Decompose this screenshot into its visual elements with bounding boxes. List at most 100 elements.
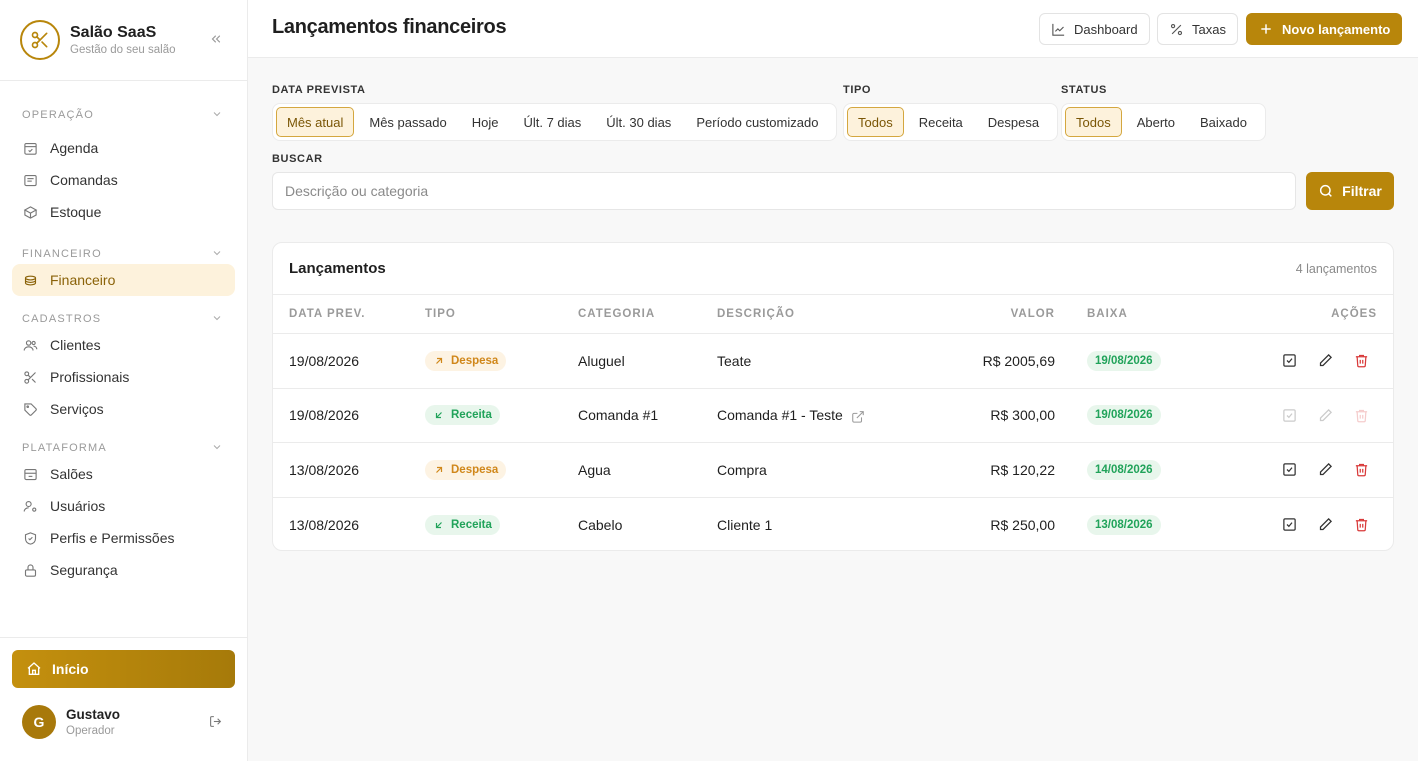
sidebar-item-profissionais[interactable]: Profissionais [12,361,235,393]
row-category: Cabelo [578,516,623,533]
settle-checkbox-icon[interactable] [1281,462,1297,478]
section-title-cadastros[interactable]: CADASTROS [0,311,247,327]
table-row: 19/08/2026 Receita Comanda #1 Comanda #1… [273,389,1393,443]
settled-badge: 14/08/2026 [1087,459,1161,480]
period-option-7-dias[interactable]: Últ. 7 dias [513,107,591,137]
arrow-down-left-icon [433,519,445,531]
type-option-todos[interactable]: Todos [847,107,904,137]
external-link-icon[interactable] [851,409,865,423]
row-description: Teate [717,352,752,369]
coins-icon [22,272,38,288]
period-option-mes-atual[interactable]: Mês atual [276,107,355,137]
home-label: Início [52,661,89,677]
period-option-customizado[interactable]: Período customizado [686,107,828,137]
taxas-button[interactable]: Taxas [1157,13,1238,45]
brand: Salão SaaS Gestão do seu salão [0,0,247,81]
scissors-icon [22,369,38,385]
row-date: 19/08/2026 [289,352,360,369]
sidebar-item-label: Estoque [50,204,102,220]
row-category: Comanda #1 [578,407,659,424]
arrow-up-right-icon [433,464,445,476]
logout-icon[interactable] [209,715,222,733]
sidebar-item-estoque[interactable]: Estoque [12,196,235,228]
collapse-sidebar-icon[interactable] [209,32,223,51]
row-type: Receita [425,514,500,535]
period-filter: Mês atual Mês passado Hoje Últ. 7 dias Ú… [272,103,838,141]
dashboard-button[interactable]: Dashboard [1039,13,1150,45]
sidebar: Salão SaaS Gestão do seu salão OPERAÇÃO … [0,0,248,761]
filter-button[interactable]: Filtrar [1306,172,1394,210]
trash-icon[interactable] [1353,517,1369,533]
chevron-down-icon [211,441,223,456]
sidebar-nav: OPERAÇÃO Agenda Comandas Estoque FINANCE… [0,81,247,586]
row-date: 13/08/2026 [289,516,360,533]
trash-icon [1353,407,1369,423]
row-value: R$ 120,22 [990,461,1055,478]
sidebar-item-agenda[interactable]: Agenda [12,132,235,164]
type-badge: Despesa [425,459,507,480]
status-option-aberto[interactable]: Aberto [1127,107,1185,137]
arrow-down-left-icon [433,409,445,421]
receipt-icon [22,172,38,188]
nav-section-operacao: OPERAÇÃO Agenda Comandas Estoque [0,107,247,228]
period-option-mes-passado[interactable]: Mês passado [359,107,456,137]
taxas-label: Taxas [1192,21,1226,37]
chevron-down-icon [211,312,223,327]
search-input[interactable] [272,172,1296,210]
settle-checkbox-icon[interactable] [1281,517,1297,533]
row-description: Comanda #1 - Teste [717,407,865,423]
avatar: G [22,705,56,739]
row-description-text: Comanda #1 - Teste [717,407,843,424]
sidebar-item-label: Profissionais [50,369,130,385]
section-title-label: FINANCEIRO [22,248,102,260]
sidebar-item-financeiro[interactable]: Financeiro [12,264,235,296]
edit-icon[interactable] [1317,517,1333,533]
plus-icon [1258,21,1274,37]
sidebar-item-clientes[interactable]: Clientes [12,329,235,361]
sidebar-item-label: Agenda [50,140,99,156]
period-option-hoje[interactable]: Hoje [462,107,509,137]
sidebar-divider [0,637,248,638]
row-value: R$ 250,00 [990,516,1055,533]
sidebar-item-saloes[interactable]: Salões [12,458,235,490]
trash-icon[interactable] [1353,353,1369,369]
section-title-label: OPERAÇÃO [22,109,94,121]
type-option-receita[interactable]: Receita [909,107,973,137]
section-title-operacao[interactable]: OPERAÇÃO [0,107,247,123]
lock-icon [22,562,38,578]
type-badge-label: Despesa [451,463,499,476]
row-settled: 14/08/2026 [1087,459,1161,480]
sidebar-item-label: Usuários [50,498,106,514]
sidebar-item-usuarios[interactable]: Usuários [12,490,235,522]
chevron-down-icon [211,108,223,123]
status-option-baixado[interactable]: Baixado [1190,107,1257,137]
sidebar-item-servicos[interactable]: Serviços [12,393,235,425]
section-title-plataforma[interactable]: PLATAFORMA [0,440,247,456]
arrow-up-right-icon [433,355,445,367]
sidebar-item-perfis[interactable]: Perfis e Permissões [12,522,235,554]
card-title: Lançamentos [289,260,386,277]
type-option-despesa[interactable]: Despesa [978,107,1049,137]
edit-icon[interactable] [1317,462,1333,478]
status-option-todos[interactable]: Todos [1065,107,1122,137]
sidebar-item-label: Comandas [50,172,118,188]
type-badge: Receita [425,514,500,535]
edit-icon[interactable] [1317,353,1333,369]
box-icon [22,204,38,220]
home-button[interactable]: Início [12,650,235,688]
nav-section-financeiro: FINANCEIRO Financeiro [0,246,247,296]
sidebar-item-comandas[interactable]: Comandas [12,164,235,196]
edit-icon [1317,407,1333,423]
chevron-down-icon [211,247,223,262]
sidebar-item-seguranca[interactable]: Segurança [12,554,235,586]
shield-check-icon [22,530,38,546]
table-row: 19/08/2026 Despesa Aluguel Teate R$ 2005… [273,334,1393,389]
user-profile: G Gustavo Operador [22,705,222,739]
period-option-30-dias[interactable]: Últ. 30 dias [596,107,681,137]
new-entry-label: Novo lançamento [1282,21,1391,37]
section-title-financeiro[interactable]: FINANCEIRO [0,246,247,262]
new-entry-button[interactable]: Novo lançamento [1246,13,1403,45]
settle-checkbox-icon[interactable] [1281,353,1297,369]
trash-icon[interactable] [1353,462,1369,478]
column-header: VALOR [1010,308,1055,320]
